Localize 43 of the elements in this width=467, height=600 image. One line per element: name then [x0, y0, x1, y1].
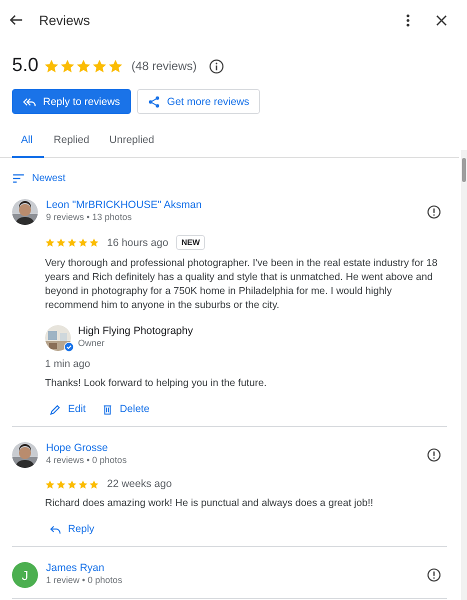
- close-icon[interactable]: [436, 14, 447, 26]
- reply-time: 1 min ago: [45, 359, 92, 370]
- reply-text: Thanks! Look forward to helping you in the future.: [45, 377, 268, 391]
- owner-role: Owner: [78, 338, 106, 348]
- delete-button[interactable]: Delete: [102, 404, 150, 415]
- review-text: Richard does amazing work! He is punctual and always does a great job!!: [45, 497, 374, 511]
- reviewer-name[interactable]: James Ryan: [46, 562, 419, 574]
- report-icon[interactable]: [427, 205, 441, 219]
- sort-icon: [13, 174, 24, 183]
- sort-button[interactable]: Newest: [13, 173, 66, 184]
- reply-button[interactable]: Reply: [50, 524, 94, 535]
- review-text: Very thorough and professional photographer. I've been in the real estate industry for 18 years and Rich definitely has a quality and style that is unmatched. He went above and beyond in photography for a 750K home in Philadelphia for me. I would highly recommend him to anyone in the suburbs or the city.: [45, 257, 438, 313]
- edit-button[interactable]: Edit: [50, 404, 86, 415]
- report-icon[interactable]: [427, 568, 441, 582]
- info-icon[interactable]: [208, 58, 224, 74]
- window-title: Reviews: [39, 12, 90, 28]
- reply-all-icon: [23, 96, 36, 106]
- reviewer-name[interactable]: Leon "MrBRICKHOUSE" Aksman: [46, 199, 419, 211]
- review-time: 22 weeks ago: [107, 478, 172, 490]
- scrollbar[interactable]: [461, 150, 467, 600]
- avatar-letter: J: [12, 562, 38, 588]
- share-button[interactable]: Get more reviews: [137, 89, 260, 114]
- reply-icon: [50, 524, 61, 534]
- report-icon[interactable]: [427, 448, 441, 462]
- share-icon: [148, 96, 160, 108]
- trash-icon: [102, 404, 113, 415]
- new-badge: NEW: [176, 235, 205, 250]
- reviewer-name[interactable]: Hope Grosse: [46, 442, 419, 454]
- pencil-icon: [50, 404, 61, 415]
- reply-all-button[interactable]: Reply to reviews: [12, 89, 132, 114]
- review-time: 16 hours ago: [107, 236, 168, 248]
- filter-tab[interactable]: Replied: [44, 130, 100, 158]
- owner-name: High Flying Photography: [78, 325, 194, 337]
- reviewer-stats: 1 review • 0 photos: [46, 575, 124, 585]
- back-icon[interactable]: [9, 13, 23, 27]
- reviewer-stats: 9 reviews • 13 photos: [46, 212, 133, 222]
- verified-icon: [64, 342, 74, 352]
- review-count: (48 reviews): [131, 59, 197, 73]
- reviewer-stats: 4 reviews • 0 photos: [46, 455, 128, 465]
- filter-tab[interactable]: All: [12, 130, 44, 158]
- more-icon[interactable]: [406, 14, 410, 26]
- filter-tab[interactable]: Unreplied: [99, 130, 164, 158]
- rating-score: 5.0: [12, 55, 38, 77]
